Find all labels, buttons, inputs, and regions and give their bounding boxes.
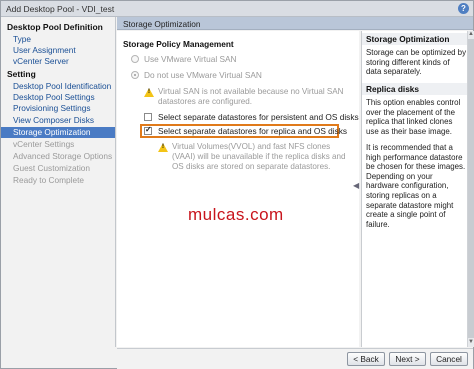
section-title: Storage Policy Management bbox=[123, 39, 234, 49]
sidebar-section-definition: Desktop Pool Definition bbox=[7, 22, 103, 32]
pane-title: Storage Optimization bbox=[123, 19, 201, 29]
warning-triangle-icon: ! bbox=[144, 88, 154, 97]
pane-header: Storage Optimization bbox=[117, 17, 473, 30]
next-button[interactable]: Next > bbox=[389, 352, 426, 366]
help-text-replica: This option enables control over the pla… bbox=[366, 98, 461, 136]
sidebar-item-pool-settings[interactable]: Desktop Pool Settings bbox=[1, 92, 115, 103]
sidebar-item-guest-customization: Guest Customization bbox=[13, 163, 91, 173]
watermark: mulcas.com bbox=[188, 205, 284, 224]
help-icon[interactable]: ? bbox=[458, 3, 469, 14]
sidebar-item-vcenter-server[interactable]: vCenter Server bbox=[1, 56, 115, 67]
vsan-warning-text: Virtual SAN is not available because no … bbox=[158, 87, 344, 106]
add-desktop-pool-dialog: Add Desktop Pool - VDI_test ? Desktop Po… bbox=[0, 0, 474, 369]
sidebar-item-storage-optimization[interactable]: Storage Optimization bbox=[1, 127, 115, 138]
radio-no-vsan-label: Do not use VMware Virtual SAN bbox=[144, 70, 262, 80]
radio-use-vsan bbox=[131, 55, 139, 63]
help-text-storage: Storage can be optimized by storing diff… bbox=[366, 48, 467, 77]
radio-no-vsan bbox=[131, 71, 139, 79]
window-title: Add Desktop Pool - VDI_test bbox=[6, 4, 115, 14]
help-heading-storage: Storage Optimization bbox=[362, 33, 468, 45]
panel-collapse-icon[interactable]: ◀ bbox=[353, 181, 359, 190]
title-bar: Add Desktop Pool - VDI_test ? bbox=[1, 1, 473, 17]
sidebar-item-vcenter-settings: vCenter Settings bbox=[13, 139, 75, 149]
scroll-thumb[interactable] bbox=[468, 39, 474, 338]
help-text-recommendation: It is recommended that a high performanc… bbox=[366, 143, 466, 229]
help-panel: Storage Optimization Storage can be opti… bbox=[361, 31, 468, 347]
sidebar-item-ready-to-complete: Ready to Complete bbox=[13, 175, 85, 185]
replica-disks-label: Select separate datastores for replica a… bbox=[158, 126, 348, 136]
vvol-warning-text: Virtual Volumes(VVOL) and fast NFS clone… bbox=[172, 142, 346, 171]
back-button[interactable]: < Back bbox=[347, 352, 385, 366]
sidebar-item-user-assignment[interactable]: User Assignment bbox=[1, 45, 115, 56]
cancel-button[interactable]: Cancel bbox=[430, 352, 468, 366]
storage-policy-panel: Storage Policy Management Use VMware Vir… bbox=[117, 31, 359, 347]
radio-use-vsan-label: Use VMware Virtual SAN bbox=[144, 54, 237, 64]
scroll-up-icon[interactable]: ▲ bbox=[468, 31, 474, 38]
sidebar-item-type[interactable]: Type bbox=[1, 34, 115, 45]
help-scrollbar[interactable]: ▲ ▼ bbox=[467, 31, 474, 347]
persistent-disks-label: Select separate datastores for persisten… bbox=[158, 112, 359, 122]
replica-disks-checkbox[interactable] bbox=[144, 125, 152, 135]
scroll-down-icon[interactable]: ▼ bbox=[468, 339, 474, 346]
wizard-footer: < Back Next > Cancel bbox=[117, 348, 473, 369]
persistent-disks-checkbox[interactable] bbox=[144, 113, 152, 121]
help-heading-replica: Replica disks bbox=[362, 83, 468, 95]
sidebar-item-pool-identification[interactable]: Desktop Pool Identification bbox=[1, 81, 115, 92]
sidebar-item-advanced-storage: Advanced Storage Options bbox=[13, 151, 113, 161]
sidebar-item-provisioning-settings[interactable]: Provisioning Settings bbox=[1, 103, 115, 114]
sidebar-section-setting: Setting bbox=[7, 69, 36, 79]
warning-triangle-icon: ! bbox=[158, 143, 168, 152]
sidebar-item-composer-disks[interactable]: View Composer Disks bbox=[1, 115, 115, 126]
wizard-steps-sidebar: Desktop Pool Definition Type User Assign… bbox=[1, 17, 116, 347]
